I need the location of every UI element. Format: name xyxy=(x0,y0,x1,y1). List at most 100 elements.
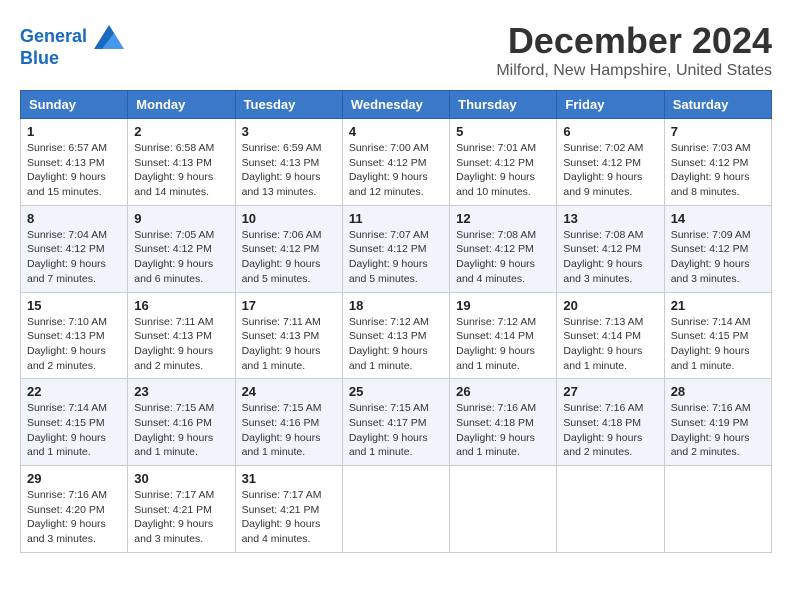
day-info: Sunrise: 7:14 AMSunset: 4:15 PMDaylight:… xyxy=(671,315,765,374)
day-info: Sunrise: 7:11 AMSunset: 4:13 PMDaylight:… xyxy=(242,315,336,374)
calendar-day-cell: 17 Sunrise: 7:11 AMSunset: 4:13 PMDayligh… xyxy=(235,292,342,379)
calendar-day-cell: 26Sunrise: 7:16 AMSunset: 4:18 PMDayligh… xyxy=(450,379,557,466)
day-info: Sunrise: 7:03 AMSunset: 4:12 PMDaylight:… xyxy=(671,141,765,200)
calendar-header-thursday: Thursday xyxy=(450,91,557,119)
day-info: Sunrise: 7:17 AMSunset: 4:21 PMDaylight:… xyxy=(242,488,336,547)
logo-line1: General xyxy=(20,25,124,49)
calendar-day-cell: 19 Sunrise: 7:12 AMSunset: 4:14 PMDayligh… xyxy=(450,292,557,379)
calendar-day-cell: 5 Sunrise: 7:01 AMSunset: 4:12 PMDaylight… xyxy=(450,119,557,206)
day-number: 24 xyxy=(242,384,336,399)
calendar-header-saturday: Saturday xyxy=(664,91,771,119)
location-title: Milford, New Hampshire, United States xyxy=(496,62,772,80)
empty-cell xyxy=(557,466,664,553)
day-number: 22 xyxy=(27,384,121,399)
calendar-day-cell: 3 Sunrise: 6:59 AMSunset: 4:13 PMDaylight… xyxy=(235,119,342,206)
calendar-day-cell: 4 Sunrise: 7:00 AMSunset: 4:12 PMDaylight… xyxy=(342,119,449,206)
calendar-day-cell: 28 Sunrise: 7:16 AMSunset: 4:19 PMDayligh… xyxy=(664,379,771,466)
day-number: 8 xyxy=(27,211,121,226)
day-info: Sunrise: 7:07 AMSunset: 4:12 PMDaylight:… xyxy=(349,228,443,287)
calendar-header-monday: Monday xyxy=(128,91,235,119)
day-info: Sunrise: 7:17 AMSunset: 4:21 PMDaylight:… xyxy=(134,488,228,547)
calendar-header-wednesday: Wednesday xyxy=(342,91,449,119)
calendar-day-cell: 27Sunrise: 7:16 AMSunset: 4:18 PMDayligh… xyxy=(557,379,664,466)
day-number: 28 xyxy=(671,384,765,399)
title-area: December 2024 Milford, New Hampshire, Un… xyxy=(496,20,772,80)
calendar-day-cell: 7Sunrise: 7:03 AMSunset: 4:12 PMDaylight… xyxy=(664,119,771,206)
empty-cell xyxy=(342,466,449,553)
day-number: 6 xyxy=(563,124,657,139)
calendar-week-row: 15 Sunrise: 7:10 AMSunset: 4:13 PMDayligh… xyxy=(21,292,772,379)
calendar-day-cell: 1Sunrise: 6:57 AMSunset: 4:13 PMDaylight… xyxy=(21,119,128,206)
calendar-day-cell: 18 Sunrise: 7:12 AMSunset: 4:13 PMDayligh… xyxy=(342,292,449,379)
day-info: Sunrise: 7:15 AMSunset: 4:16 PMDaylight:… xyxy=(134,401,228,460)
day-info: Sunrise: 7:12 AMSunset: 4:13 PMDaylight:… xyxy=(349,315,443,374)
calendar-day-cell: 21 Sunrise: 7:14 AMSunset: 4:15 PMDayligh… xyxy=(664,292,771,379)
day-number: 15 xyxy=(27,298,121,313)
day-info: Sunrise: 7:01 AMSunset: 4:12 PMDaylight:… xyxy=(456,141,550,200)
day-info: Sunrise: 6:59 AMSunset: 4:13 PMDaylight:… xyxy=(242,141,336,200)
calendar-day-cell: 24 Sunrise: 7:15 AMSunset: 4:16 PMDayligh… xyxy=(235,379,342,466)
day-info: Sunrise: 7:16 AMSunset: 4:19 PMDaylight:… xyxy=(671,401,765,460)
calendar-header-friday: Friday xyxy=(557,91,664,119)
day-info: Sunrise: 7:06 AMSunset: 4:12 PMDaylight:… xyxy=(242,228,336,287)
calendar-week-row: 22Sunrise: 7:14 AMSunset: 4:15 PMDayligh… xyxy=(21,379,772,466)
day-info: Sunrise: 7:12 AMSunset: 4:14 PMDaylight:… xyxy=(456,315,550,374)
day-number: 11 xyxy=(349,211,443,226)
calendar-day-cell: 13Sunrise: 7:08 AMSunset: 4:12 PMDayligh… xyxy=(557,205,664,292)
day-number: 3 xyxy=(242,124,336,139)
day-info: Sunrise: 7:16 AMSunset: 4:20 PMDaylight:… xyxy=(27,488,121,547)
calendar-day-cell: 12Sunrise: 7:08 AMSunset: 4:12 PMDayligh… xyxy=(450,205,557,292)
calendar-week-row: 1Sunrise: 6:57 AMSunset: 4:13 PMDaylight… xyxy=(21,119,772,206)
day-info: Sunrise: 7:08 AMSunset: 4:12 PMDaylight:… xyxy=(456,228,550,287)
calendar-day-cell: 10 Sunrise: 7:06 AMSunset: 4:12 PMDayligh… xyxy=(235,205,342,292)
page-header: General Blue December 2024 Milford, New … xyxy=(20,20,772,80)
calendar-header-row: SundayMondayTuesdayWednesdayThursdayFrid… xyxy=(21,91,772,119)
logo-line2: Blue xyxy=(20,49,124,69)
calendar-day-cell: 14 Sunrise: 7:09 AMSunset: 4:12 PMDayligh… xyxy=(664,205,771,292)
day-info: Sunrise: 7:10 AMSunset: 4:13 PMDaylight:… xyxy=(27,315,121,374)
month-title: December 2024 xyxy=(496,20,772,62)
day-number: 19 xyxy=(456,298,550,313)
calendar-table: SundayMondayTuesdayWednesdayThursdayFrid… xyxy=(20,90,772,553)
calendar-day-cell: 6Sunrise: 7:02 AMSunset: 4:12 PMDaylight… xyxy=(557,119,664,206)
calendar-day-cell: 8Sunrise: 7:04 AMSunset: 4:12 PMDaylight… xyxy=(21,205,128,292)
day-number: 27 xyxy=(563,384,657,399)
day-number: 21 xyxy=(671,298,765,313)
day-info: Sunrise: 7:15 AMSunset: 4:16 PMDaylight:… xyxy=(242,401,336,460)
day-info: Sunrise: 7:00 AMSunset: 4:12 PMDaylight:… xyxy=(349,141,443,200)
empty-cell xyxy=(664,466,771,553)
day-number: 16 xyxy=(134,298,228,313)
calendar-week-row: 8Sunrise: 7:04 AMSunset: 4:12 PMDaylight… xyxy=(21,205,772,292)
day-number: 2 xyxy=(134,124,228,139)
day-info: Sunrise: 7:09 AMSunset: 4:12 PMDaylight:… xyxy=(671,228,765,287)
day-number: 26 xyxy=(456,384,550,399)
day-number: 4 xyxy=(349,124,443,139)
calendar-day-cell: 9Sunrise: 7:05 AMSunset: 4:12 PMDaylight… xyxy=(128,205,235,292)
day-number: 1 xyxy=(27,124,121,139)
calendar-day-cell: 31Sunrise: 7:17 AMSunset: 4:21 PMDayligh… xyxy=(235,466,342,553)
day-info: Sunrise: 7:05 AMSunset: 4:12 PMDaylight:… xyxy=(134,228,228,287)
calendar-day-cell: 22Sunrise: 7:14 AMSunset: 4:15 PMDayligh… xyxy=(21,379,128,466)
day-number: 18 xyxy=(349,298,443,313)
calendar-day-cell: 23 Sunrise: 7:15 AMSunset: 4:16 PMDayligh… xyxy=(128,379,235,466)
logo: General Blue xyxy=(20,25,124,69)
day-number: 29 xyxy=(27,471,121,486)
calendar-day-cell: 29 Sunrise: 7:16 AMSunset: 4:20 PMDayligh… xyxy=(21,466,128,553)
day-info: Sunrise: 7:15 AMSunset: 4:17 PMDaylight:… xyxy=(349,401,443,460)
empty-cell xyxy=(450,466,557,553)
day-number: 23 xyxy=(134,384,228,399)
day-info: Sunrise: 6:58 AMSunset: 4:13 PMDaylight:… xyxy=(134,141,228,200)
calendar-day-cell: 16 Sunrise: 7:11 AMSunset: 4:13 PMDayligh… xyxy=(128,292,235,379)
day-number: 10 xyxy=(242,211,336,226)
calendar-header-sunday: Sunday xyxy=(21,91,128,119)
calendar-day-cell: 2 Sunrise: 6:58 AMSunset: 4:13 PMDaylight… xyxy=(128,119,235,206)
day-number: 14 xyxy=(671,211,765,226)
day-number: 17 xyxy=(242,298,336,313)
day-number: 13 xyxy=(563,211,657,226)
day-number: 5 xyxy=(456,124,550,139)
day-info: Sunrise: 7:11 AMSunset: 4:13 PMDaylight:… xyxy=(134,315,228,374)
calendar-day-cell: 20Sunrise: 7:13 AMSunset: 4:14 PMDayligh… xyxy=(557,292,664,379)
calendar-day-cell: 15 Sunrise: 7:10 AMSunset: 4:13 PMDayligh… xyxy=(21,292,128,379)
day-info: Sunrise: 7:13 AMSunset: 4:14 PMDaylight:… xyxy=(563,315,657,374)
calendar-day-cell: 25Sunrise: 7:15 AMSunset: 4:17 PMDayligh… xyxy=(342,379,449,466)
